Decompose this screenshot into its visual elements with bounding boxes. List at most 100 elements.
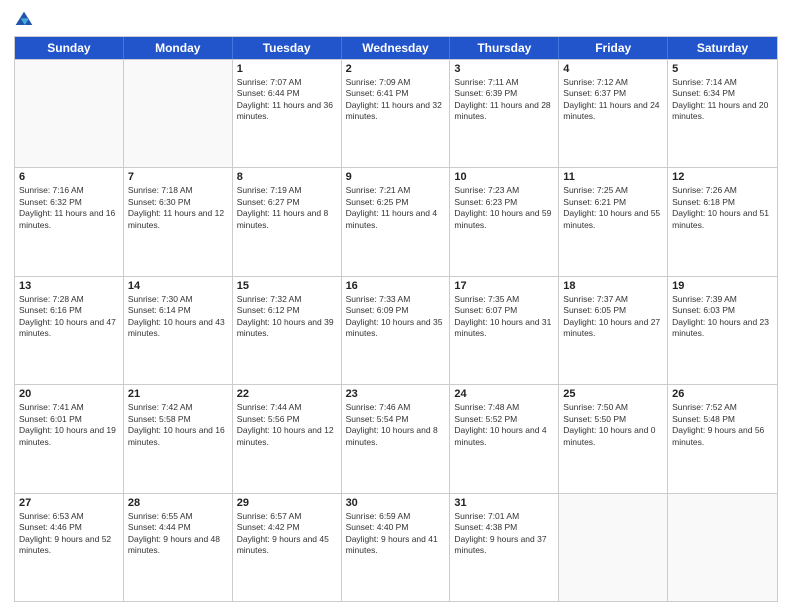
day-info: Sunrise: 7:35 AM Sunset: 6:07 PM Dayligh…: [454, 294, 554, 340]
day-number: 9: [346, 171, 446, 183]
day-info: Sunrise: 7:52 AM Sunset: 5:48 PM Dayligh…: [672, 402, 773, 448]
day-info: Sunrise: 7:25 AM Sunset: 6:21 PM Dayligh…: [563, 185, 663, 231]
calendar-day-29: 29Sunrise: 6:57 AM Sunset: 4:42 PM Dayli…: [233, 494, 342, 601]
calendar: SundayMondayTuesdayWednesdayThursdayFrid…: [14, 36, 778, 602]
calendar-week-4: 27 Sunrise: 6:53 AM Sunset: 4:46 PM Dayli…: [15, 493, 777, 601]
calendar-day-empty-4-6: [668, 494, 777, 601]
day-number: 16: [346, 280, 446, 292]
logo: [14, 10, 38, 30]
day-info: Sunrise: 7:23 AM Sunset: 6:23 PM Dayligh…: [454, 185, 554, 231]
calendar-day-21: 21 Sunrise: 7:42 AM Sunset: 5:58 PM Dayli…: [124, 385, 233, 492]
day-number: 6: [19, 171, 119, 183]
day-number: 15: [237, 280, 337, 292]
day-number: 26: [672, 388, 773, 400]
header: [14, 10, 778, 30]
calendar-day-18: 18 Sunrise: 7:37 AM Sunset: 6:05 PM Dayli…: [559, 277, 668, 384]
day-number: 28: [128, 497, 228, 509]
day-info: Sunrise: 7:50 AM Sunset: 5:50 PM Dayligh…: [563, 402, 663, 448]
day-number: 22: [237, 388, 337, 400]
calendar-day-11: 11 Sunrise: 7:25 AM Sunset: 6:21 PM Dayli…: [559, 168, 668, 275]
day-info: Sunrise: 7:18 AM Sunset: 6:30 PM Dayligh…: [128, 185, 228, 231]
day-number: 11: [563, 171, 663, 183]
calendar-day-26: 26 Sunrise: 7:52 AM Sunset: 5:48 PM Dayli…: [668, 385, 777, 492]
calendar-day-6: 6 Sunrise: 7:16 AM Sunset: 6:32 PM Daylig…: [15, 168, 124, 275]
calendar-day-1: 1 Sunrise: 7:07 AM Sunset: 6:44 PM Daylig…: [233, 60, 342, 167]
calendar-day-22: 22 Sunrise: 7:44 AM Sunset: 5:56 PM Dayli…: [233, 385, 342, 492]
day-info: Sunrise: 7:12 AM Sunset: 6:37 PM Dayligh…: [563, 77, 663, 123]
day-info: Sunrise: 7:26 AM Sunset: 6:18 PM Dayligh…: [672, 185, 773, 231]
calendar-day-5: 5 Sunrise: 7:14 AM Sunset: 6:34 PM Daylig…: [668, 60, 777, 167]
calendar-day-10: 10 Sunrise: 7:23 AM Sunset: 6:23 PM Dayli…: [450, 168, 559, 275]
day-number: 17: [454, 280, 554, 292]
header-day-sunday: Sunday: [15, 37, 124, 59]
header-day-monday: Monday: [124, 37, 233, 59]
day-info: Sunrise: 7:48 AM Sunset: 5:52 PM Dayligh…: [454, 402, 554, 448]
day-info: Sunrise: 7:44 AM Sunset: 5:56 PM Dayligh…: [237, 402, 337, 448]
day-number: 5: [672, 63, 773, 75]
day-info: Sunrise: 7:07 AM Sunset: 6:44 PM Dayligh…: [237, 77, 337, 123]
calendar-day-30: 30 Sunrise: 6:59 AM Sunset: 4:40 PM Dayli…: [342, 494, 451, 601]
calendar-day-15: 15 Sunrise: 7:32 AM Sunset: 6:12 PM Dayli…: [233, 277, 342, 384]
day-info: Sunrise: 7:16 AM Sunset: 6:32 PM Dayligh…: [19, 185, 119, 231]
day-number: 21: [128, 388, 228, 400]
calendar-day-7: 7 Sunrise: 7:18 AM Sunset: 6:30 PM Daylig…: [124, 168, 233, 275]
day-number: 7: [128, 171, 228, 183]
day-info: Sunrise: 7:37 AM Sunset: 6:05 PM Dayligh…: [563, 294, 663, 340]
calendar-week-2: 13Sunrise: 7:28 AM Sunset: 6:16 PM Dayli…: [15, 276, 777, 384]
day-number: 4: [563, 63, 663, 75]
day-number: 2: [346, 63, 446, 75]
day-number: 29: [237, 497, 337, 509]
day-info: Sunrise: 7:42 AM Sunset: 5:58 PM Dayligh…: [128, 402, 228, 448]
day-number: 20: [19, 388, 119, 400]
calendar-day-14: 14Sunrise: 7:30 AM Sunset: 6:14 PM Dayli…: [124, 277, 233, 384]
calendar-day-empty-4-5: [559, 494, 668, 601]
day-number: 19: [672, 280, 773, 292]
calendar-day-3: 3Sunrise: 7:11 AM Sunset: 6:39 PM Daylig…: [450, 60, 559, 167]
day-number: 30: [346, 497, 446, 509]
header-day-thursday: Thursday: [450, 37, 559, 59]
calendar-day-23: 23 Sunrise: 7:46 AM Sunset: 5:54 PM Dayli…: [342, 385, 451, 492]
calendar-body: 1 Sunrise: 7:07 AM Sunset: 6:44 PM Daylig…: [15, 59, 777, 601]
day-info: Sunrise: 6:53 AM Sunset: 4:46 PM Dayligh…: [19, 511, 119, 557]
page: SundayMondayTuesdayWednesdayThursdayFrid…: [0, 0, 792, 612]
calendar-week-0: 1 Sunrise: 7:07 AM Sunset: 6:44 PM Daylig…: [15, 59, 777, 167]
calendar-day-13: 13Sunrise: 7:28 AM Sunset: 6:16 PM Dayli…: [15, 277, 124, 384]
day-info: Sunrise: 7:30 AM Sunset: 6:14 PM Dayligh…: [128, 294, 228, 340]
day-info: Sunrise: 6:59 AM Sunset: 4:40 PM Dayligh…: [346, 511, 446, 557]
calendar-week-1: 6 Sunrise: 7:16 AM Sunset: 6:32 PM Daylig…: [15, 167, 777, 275]
calendar-day-8: 8 Sunrise: 7:19 AM Sunset: 6:27 PM Daylig…: [233, 168, 342, 275]
day-info: Sunrise: 7:01 AM Sunset: 4:38 PM Dayligh…: [454, 511, 554, 557]
calendar-day-4: 4 Sunrise: 7:12 AM Sunset: 6:37 PM Daylig…: [559, 60, 668, 167]
calendar-day-31: 31 Sunrise: 7:01 AM Sunset: 4:38 PM Dayli…: [450, 494, 559, 601]
day-number: 8: [237, 171, 337, 183]
calendar-day-27: 27 Sunrise: 6:53 AM Sunset: 4:46 PM Dayli…: [15, 494, 124, 601]
header-day-friday: Friday: [559, 37, 668, 59]
day-number: 23: [346, 388, 446, 400]
day-info: Sunrise: 7:33 AM Sunset: 6:09 PM Dayligh…: [346, 294, 446, 340]
calendar-day-25: 25Sunrise: 7:50 AM Sunset: 5:50 PM Dayli…: [559, 385, 668, 492]
day-info: Sunrise: 7:14 AM Sunset: 6:34 PM Dayligh…: [672, 77, 773, 123]
calendar-day-16: 16 Sunrise: 7:33 AM Sunset: 6:09 PM Dayli…: [342, 277, 451, 384]
header-day-tuesday: Tuesday: [233, 37, 342, 59]
day-number: 3: [454, 63, 554, 75]
calendar-day-20: 20Sunrise: 7:41 AM Sunset: 6:01 PM Dayli…: [15, 385, 124, 492]
day-info: Sunrise: 7:32 AM Sunset: 6:12 PM Dayligh…: [237, 294, 337, 340]
day-info: Sunrise: 7:46 AM Sunset: 5:54 PM Dayligh…: [346, 402, 446, 448]
calendar-day-empty-0-1: [124, 60, 233, 167]
day-number: 31: [454, 497, 554, 509]
day-info: Sunrise: 7:09 AM Sunset: 6:41 PM Dayligh…: [346, 77, 446, 123]
day-number: 1: [237, 63, 337, 75]
day-info: Sunrise: 7:19 AM Sunset: 6:27 PM Dayligh…: [237, 185, 337, 231]
logo-icon: [14, 10, 34, 30]
day-info: Sunrise: 7:28 AM Sunset: 6:16 PM Dayligh…: [19, 294, 119, 340]
calendar-week-3: 20Sunrise: 7:41 AM Sunset: 6:01 PM Dayli…: [15, 384, 777, 492]
calendar-day-19: 19Sunrise: 7:39 AM Sunset: 6:03 PM Dayli…: [668, 277, 777, 384]
calendar-day-9: 9 Sunrise: 7:21 AM Sunset: 6:25 PM Daylig…: [342, 168, 451, 275]
calendar-header: SundayMondayTuesdayWednesdayThursdayFrid…: [15, 37, 777, 59]
day-info: Sunrise: 6:55 AM Sunset: 4:44 PM Dayligh…: [128, 511, 228, 557]
calendar-day-2: 2 Sunrise: 7:09 AM Sunset: 6:41 PM Daylig…: [342, 60, 451, 167]
day-number: 27: [19, 497, 119, 509]
day-number: 10: [454, 171, 554, 183]
day-number: 18: [563, 280, 663, 292]
day-info: Sunrise: 7:21 AM Sunset: 6:25 PM Dayligh…: [346, 185, 446, 231]
